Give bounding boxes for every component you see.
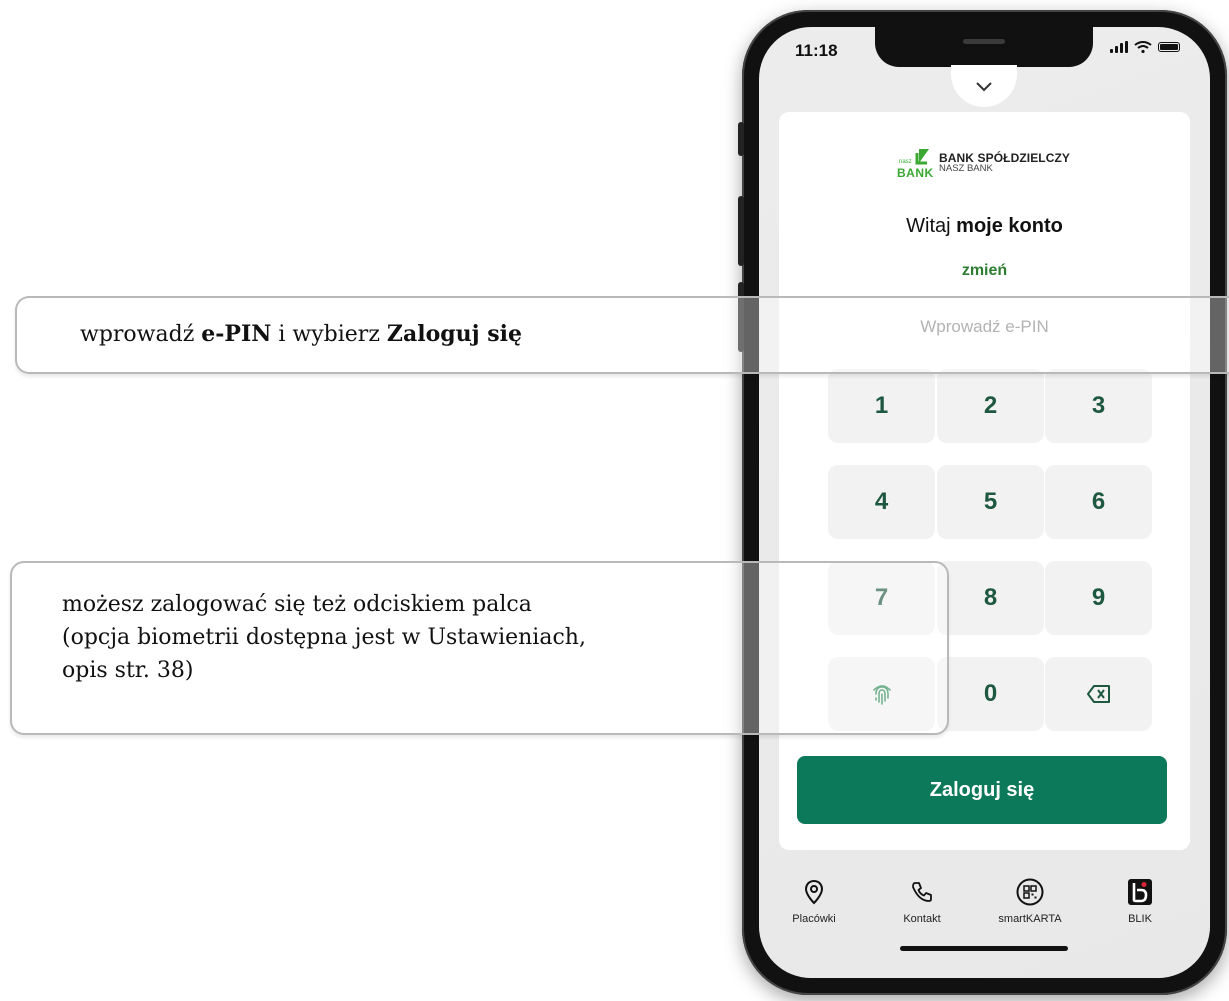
key-3[interactable]: 3 <box>1045 369 1152 443</box>
blik-icon <box>1128 879 1152 905</box>
greeting-prefix: Witaj <box>906 215 957 237</box>
key-6[interactable]: 6 <box>1045 465 1152 539</box>
logo-small-text: nasz <box>899 159 912 165</box>
callout-epin-term: e-PIN <box>201 321 272 347</box>
phone-screen: 11:18 nasz BANK BANK SPÓŁDZIELCZY NASZ B… <box>759 27 1210 978</box>
callout-fingerprint-text: możesz zalogować się też odciskiem palca… <box>62 588 782 687</box>
callout-login-term: Zaloguj się <box>386 321 522 347</box>
greeting: Witaj moje konto <box>779 215 1190 238</box>
key-2[interactable]: 2 <box>937 369 1044 443</box>
nav-label: smartKARTA <box>998 913 1062 925</box>
change-account-link[interactable]: zmień <box>779 262 1190 280</box>
callout-fingerprint-line: możesz zalogować się też odciskiem palca <box>62 592 532 617</box>
key-5[interactable]: 5 <box>937 465 1044 539</box>
key-9[interactable]: 9 <box>1045 561 1152 635</box>
nav-placowki[interactable]: Placówki <box>769 877 859 925</box>
nav-label: Kontakt <box>903 913 941 925</box>
nav-label: Placówki <box>792 913 836 925</box>
callout-fingerprint-line: opis str. 38) <box>62 658 194 683</box>
location-pin-icon <box>804 879 824 905</box>
volume-up-button <box>738 196 744 266</box>
backspace-icon <box>1086 685 1110 703</box>
qr-code-icon <box>1016 878 1044 906</box>
wifi-icon <box>1134 41 1152 53</box>
battery-icon <box>1158 42 1180 52</box>
status-icons <box>1110 41 1180 53</box>
mute-switch <box>738 122 744 156</box>
key-1[interactable]: 1 <box>828 369 935 443</box>
home-indicator[interactable] <box>900 946 1068 951</box>
chevron-down-icon <box>976 82 992 92</box>
speaker <box>963 39 1005 44</box>
bottom-nav: Placówki Kontakt smartKARTA BLIK <box>759 877 1210 947</box>
nav-blik[interactable]: BLIK <box>1095 877 1185 925</box>
nav-kontakt[interactable]: Kontakt <box>877 877 967 925</box>
key-0[interactable]: 0 <box>937 657 1044 731</box>
key-8[interactable]: 8 <box>937 561 1044 635</box>
greeting-account: moje konto <box>956 215 1063 237</box>
key-4[interactable]: 4 <box>828 465 935 539</box>
logo-word: BANK <box>897 166 934 180</box>
status-time: 11:18 <box>795 41 838 60</box>
nav-smartkarta[interactable]: smartKARTA <box>985 877 1075 925</box>
phone-frame: 11:18 nasz BANK BANK SPÓŁDZIELCZY NASZ B… <box>738 10 1227 995</box>
nav-label: BLIK <box>1128 913 1152 925</box>
notch <box>875 27 1093 67</box>
callout-enter-pin-text: wprowadź e-PIN i wybierz Zaloguj się <box>80 321 522 347</box>
bank-subname: NASZ BANK <box>939 163 993 175</box>
backspace-button[interactable] <box>1045 657 1152 731</box>
phone-icon <box>912 882 932 902</box>
login-card: nasz BANK BANK SPÓŁDZIELCZY NASZ BANK Wi… <box>779 112 1190 850</box>
login-button[interactable]: Zaloguj się <box>797 756 1167 824</box>
callout-fingerprint-line: (opcja biometrii dostępna jest w Ustawie… <box>62 625 586 650</box>
signal-icon <box>1110 41 1128 53</box>
bank-logo: nasz BANK BANK SPÓŁDZIELCZY NASZ BANK <box>897 145 1070 181</box>
bank-logo-mark: nasz BANK <box>897 145 933 181</box>
